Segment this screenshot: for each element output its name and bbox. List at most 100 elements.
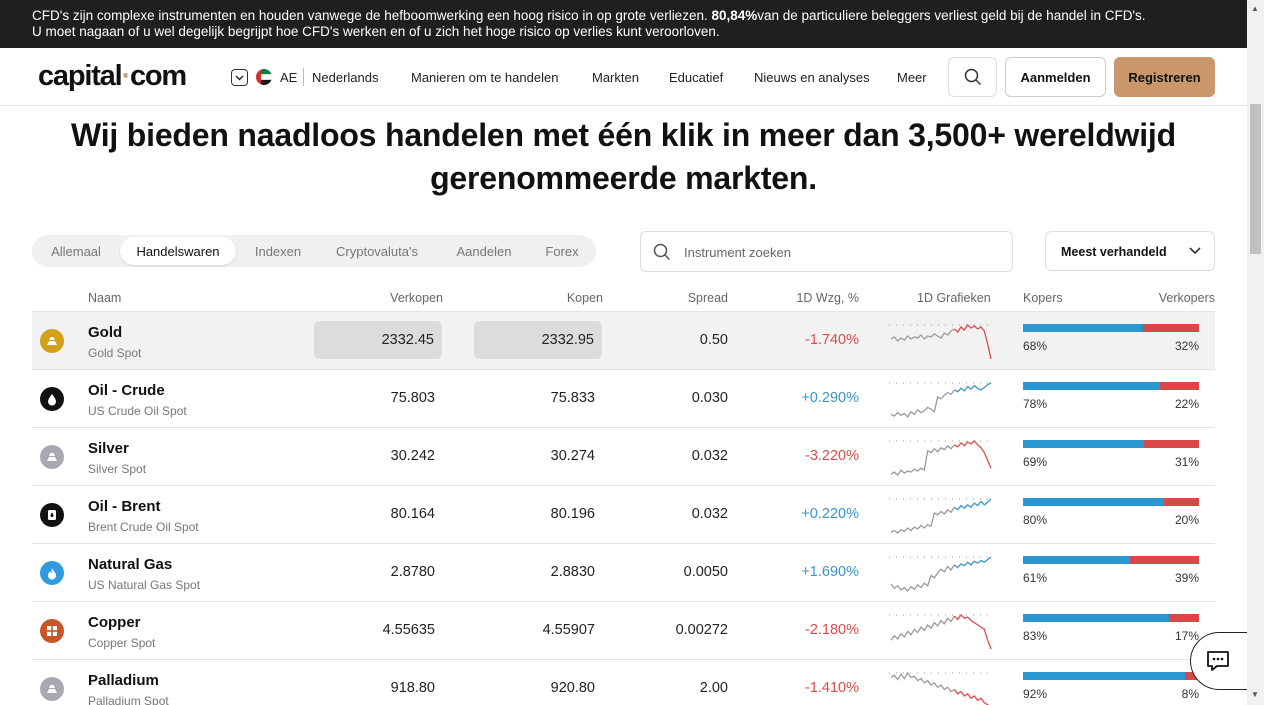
buyers-sellers-bar [1023, 614, 1199, 622]
search-placeholder: Instrument zoeken [684, 245, 791, 260]
tab-shares[interactable]: Aandelen [442, 235, 526, 267]
column-change: 1D Wzg, % [796, 291, 859, 305]
search-icon [964, 68, 981, 86]
capital-com-logo[interactable]: capital·com [38, 60, 187, 93]
sparkline-recent-line [953, 614, 992, 650]
table-row[interactable]: Oil - Brent Brent Crude Oil Spot 80.164 80.… [32, 485, 1215, 543]
sell-price-button[interactable]: 75.803 [391, 390, 435, 406]
nav-item-education[interactable]: Educatief [669, 70, 723, 85]
daily-sparkline-chart [889, 671, 993, 705]
sell-price-button[interactable]: 4.55635 [383, 622, 435, 638]
buy-price-button[interactable]: 920.80 [551, 680, 595, 696]
instrument-name[interactable]: Oil - Crude [88, 382, 165, 399]
region-separator [303, 68, 304, 86]
scroll-down-arrow-icon[interactable]: ▼ [1251, 690, 1259, 699]
page-scrollbar[interactable]: ▲ ▼ [1247, 0, 1264, 705]
column-buyers: Kopers [1023, 291, 1063, 305]
table-row[interactable]: Copper Copper Spot 4.55635 4.55907 0.00272 -2… [32, 601, 1215, 659]
buyers-sellers-bar [1023, 440, 1199, 448]
buyers-sellers-bar [1023, 672, 1199, 680]
buy-price-button[interactable]: 75.833 [551, 390, 595, 406]
table-row[interactable]: Palladium Palladium Spot 918.80 920.80 2.00 -… [32, 659, 1215, 705]
sell-price-button[interactable]: 2332.45 [314, 321, 442, 359]
gold-bars-icon [40, 329, 64, 353]
table-row[interactable]: Silver Silver Spot 30.242 30.274 0.032 -3.220… [32, 427, 1215, 485]
buyers-percentage: 80% [1023, 513, 1048, 527]
daily-change-value: +0.220% [801, 506, 859, 522]
instrument-search-input[interactable]: Instrument zoeken [640, 231, 1013, 272]
buyers-sellers-bar [1023, 324, 1199, 332]
sell-price-button[interactable]: 30.242 [391, 448, 435, 464]
region-code[interactable]: AE [280, 70, 297, 85]
buy-price-button[interactable]: 80.196 [551, 506, 595, 522]
buyers-sellers-bar [1023, 498, 1199, 506]
header-search-button[interactable] [948, 57, 997, 97]
sell-price-button[interactable]: 80.164 [391, 506, 435, 522]
tab-cryptocurrencies[interactable]: Cryptovaluta's [324, 235, 430, 267]
oil-barrel-icon [40, 503, 64, 527]
nav-item-more[interactable]: Meer [897, 70, 927, 85]
daily-sparkline-chart [889, 324, 993, 360]
oil-drop-icon [40, 387, 64, 411]
instrument-name[interactable]: Copper [88, 614, 141, 631]
tab-forex[interactable]: Forex [534, 235, 590, 267]
sellers-percentage: 17% [1174, 629, 1199, 643]
buyers-bar-fill [1023, 498, 1164, 506]
daily-change-value: +1.690% [801, 564, 859, 580]
tab-commodities[interactable]: Handelswaren [120, 237, 236, 265]
buy-price-button[interactable]: 2.8830 [551, 564, 595, 580]
instrument-name[interactable]: Silver [88, 440, 129, 457]
scrollbar-thumb[interactable] [1250, 104, 1261, 254]
daily-change-value: -1.740% [804, 332, 859, 348]
instrument-name[interactable]: Gold [88, 324, 122, 341]
sellers-percentage: 32% [1174, 339, 1199, 353]
chat-support-button[interactable] [1190, 632, 1248, 690]
instrument-subtitle: US Crude Oil Spot [88, 404, 187, 418]
chat-bubble-icon [1207, 651, 1229, 671]
copper-blocks-icon [40, 619, 64, 643]
sparkline-recent-line [953, 689, 990, 705]
sell-price-button[interactable]: 918.80 [391, 680, 435, 696]
sparkline-recent-line [954, 382, 992, 393]
logo-dot: · [121, 60, 131, 92]
daily-sparkline-chart [889, 498, 993, 534]
buy-price-button[interactable]: 2332.95 [474, 321, 602, 359]
nav-item-markets[interactable]: Markten [592, 70, 639, 85]
tab-all[interactable]: Allemaal [36, 235, 116, 267]
login-button[interactable]: Aanmelden [1005, 57, 1106, 97]
register-button[interactable]: Registreren [1114, 57, 1215, 97]
instrument-name[interactable]: Palladium [88, 672, 159, 689]
table-row[interactable]: Natural Gas US Natural Gas Spot 2.8780 2.88… [32, 543, 1215, 601]
buyers-bar-fill [1023, 440, 1145, 448]
nav-item-news-analysis[interactable]: Nieuws en analyses [754, 70, 870, 85]
buy-price-button[interactable]: 4.55907 [543, 622, 595, 638]
spread-value: 0.032 [691, 506, 728, 522]
nav-item-ways-to-trade[interactable]: Manieren om te handelen [411, 70, 558, 85]
column-sellers: Verkopers [1158, 291, 1215, 305]
table-row[interactable]: Oil - Crude US Crude Oil Spot 75.803 75.833… [32, 369, 1215, 427]
region-dropdown-chevron-icon[interactable] [231, 69, 248, 86]
instrument-name[interactable]: Natural Gas [88, 556, 172, 573]
spread-value: 2.00 [699, 680, 728, 696]
sort-dropdown[interactable]: Meest verhandeld [1045, 231, 1215, 271]
buyers-percentage: 61% [1023, 571, 1048, 585]
table-row[interactable]: Gold Gold Spot 2332.45 2332.95 0.50 -1.740% 68… [32, 311, 1215, 369]
tab-indices[interactable]: Indexen [242, 235, 314, 267]
language-selector[interactable]: Nederlands [312, 70, 379, 85]
spread-value: 0.032 [691, 448, 728, 464]
column-sell: Verkopen [390, 291, 443, 305]
table-header: Naam Verkopen Kopen Spread 1D Wzg, % 1D … [32, 286, 1215, 312]
instrument-subtitle: Gold Spot [88, 346, 142, 360]
scroll-up-arrow-icon[interactable]: ▲ [1251, 4, 1259, 13]
instrument-subtitle: Palladium Spot [88, 694, 169, 705]
sparkline-recent-line [954, 440, 992, 469]
risk-text-after: van de particuliere beleggers verliest g… [757, 8, 1146, 23]
sellers-percentage: 8% [1181, 687, 1199, 701]
spread-value: 0.50 [699, 332, 728, 348]
instrument-subtitle: US Natural Gas Spot [88, 578, 201, 592]
sellers-percentage: 22% [1174, 397, 1199, 411]
instrument-name[interactable]: Oil - Brent [88, 498, 161, 515]
sell-price-button[interactable]: 2.8780 [391, 564, 435, 580]
column-buy: Kopen [566, 291, 603, 305]
buy-price-button[interactable]: 30.274 [551, 448, 595, 464]
